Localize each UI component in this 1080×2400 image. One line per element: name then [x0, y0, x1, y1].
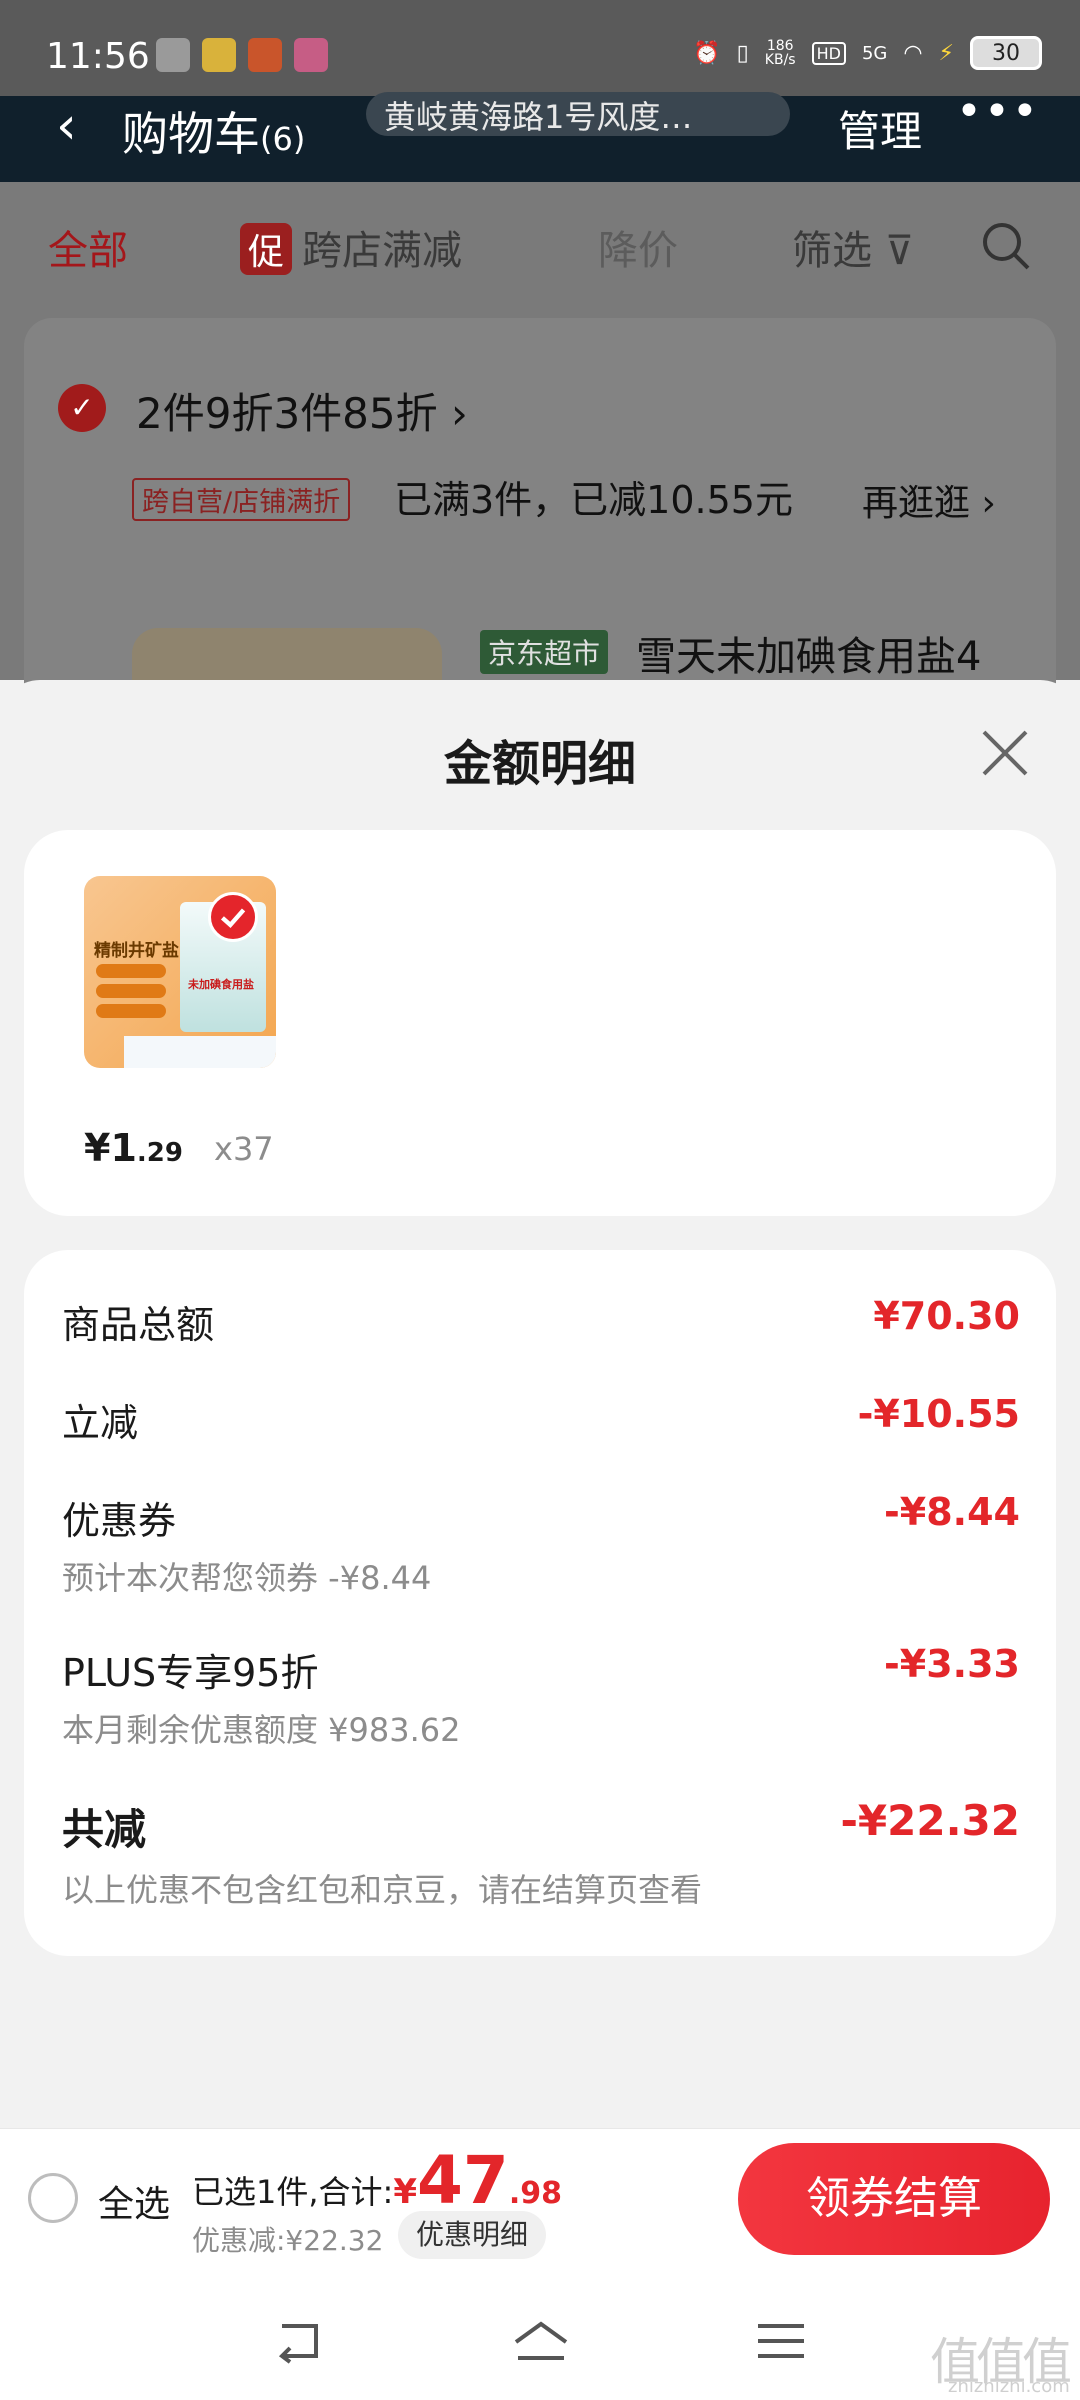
close-icon[interactable] [980, 728, 1030, 778]
notification-icons [156, 38, 328, 72]
menu-nav-icon[interactable] [756, 2318, 806, 2364]
row-total-discount: 共减 以上优惠不包含红包和京豆，请在结算页查看 -¥22.32 [62, 1796, 1020, 1909]
selected-check-icon [208, 892, 258, 942]
total-summary: 已选1件,合计:¥47.98 [192, 2142, 563, 2219]
hd-icon: HD [811, 41, 846, 65]
product-image: 精制井矿盐 未加碘食用盐 [84, 876, 276, 1068]
system-nav-bar [0, 2274, 1080, 2400]
promo-label: 跨自营/店铺满折 [132, 478, 351, 521]
filter-all[interactable]: 全部 [48, 218, 128, 276]
funnel-icon: ⊽ [884, 228, 914, 274]
checkout-button[interactable]: 领券结算 [738, 2143, 1050, 2255]
quantity: x37 [214, 1130, 274, 1168]
select-all-label[interactable]: 全选 [98, 2175, 170, 2227]
price-detail-card: 商品总额 ¥70.30 立减 -¥10.55 优惠券 预计本次帮您领券 -¥8.… [24, 1250, 1056, 1956]
filter-price-drop[interactable]: 降价 [598, 218, 678, 276]
manage-button[interactable]: 管理 [838, 98, 922, 159]
address-selector[interactable]: 黄岐黄海路1号风度… [366, 92, 790, 136]
select-all-radio[interactable] [28, 2173, 78, 2223]
page-title: 购物车(6) [122, 107, 306, 161]
cart-header: ‹ 购物车(6) 黄岐黄海路1号风度… 管理 ••• [0, 86, 1080, 182]
checkout-bar: 全选 已选1件,合计:¥47.98 优惠减:¥22.32 优惠明细 领券结算 [0, 2128, 1080, 2274]
browse-more-link[interactable]: 再逛逛 › [862, 474, 996, 526]
promo-status: 已满3件，已减10.55元 [394, 478, 793, 522]
status-right: ⏰ ▯ 186 KB/s HD 5G ◠ ⚡ 30 [693, 36, 1042, 70]
row-instant-discount: 立减 -¥10.55 [62, 1392, 1020, 1445]
product-card: 精制井矿盐 未加碘食用盐 ¥1.29 x37 [24, 830, 1056, 1216]
app-notify-icon [294, 38, 328, 72]
watermark-url: zhizhizhi.com [948, 2376, 1070, 2397]
vibrate-icon: ▯ [736, 40, 749, 66]
image-label: 精制井矿盐 [94, 941, 179, 961]
check-icon[interactable]: ✓ [58, 384, 106, 432]
amount-detail-sheet: 金额明细 精制井矿盐 未加碘食用盐 ¥1.29 x37 商品总额 ¥70.30 … [0, 680, 1080, 2128]
battery-icon: 30 [970, 36, 1042, 70]
filter-button[interactable]: 筛选 ⊽ [792, 218, 914, 276]
filter-bar: 全部 促跨店满减 降价 筛选 ⊽ [0, 182, 1080, 302]
chevron-left-icon[interactable]: ‹ [56, 96, 77, 156]
status-time: 11:56 [46, 36, 150, 77]
net-speed: 186 KB/s [764, 38, 796, 68]
more-icon[interactable]: ••• [956, 86, 1040, 137]
app-notify-icon [248, 38, 282, 72]
wifi-icon: ◠ [903, 40, 923, 66]
unit-price: ¥1.29 [84, 1126, 183, 1170]
row-coupon: 优惠券 预计本次帮您领券 -¥8.44 -¥8.44 [62, 1490, 1020, 1597]
filter-cross-store[interactable]: 促跨店满减 [240, 218, 462, 276]
alarm-icon: ⏰ [693, 40, 721, 66]
search-icon[interactable] [980, 220, 1032, 272]
sheet-title: 金额明细 [443, 736, 636, 792]
market-tag: 京东超市 [480, 630, 609, 674]
signal-icon: 5G [861, 42, 888, 64]
home-nav-icon[interactable] [510, 2318, 572, 2364]
discount-detail-button[interactable]: 优惠明细 [398, 2211, 547, 2259]
charging-icon: ⚡ [938, 40, 954, 66]
row-plus-discount: PLUS专享95折 本月剩余优惠额度 ¥983.62 -¥3.33 [62, 1642, 1020, 1749]
status-bar: 11:56 ⏰ ▯ 186 KB/s HD 5G ◠ ⚡ 30 [0, 0, 1080, 96]
row-goods-total: 商品总额 ¥70.30 [62, 1294, 1020, 1347]
deal-info[interactable]: 2件9折3件85折 › [136, 380, 468, 441]
gallery-icon [156, 38, 190, 72]
product-name[interactable]: 雪天未加碘食用盐4 [636, 624, 981, 682]
back-nav-icon[interactable] [272, 2318, 326, 2364]
app-notify-icon [202, 38, 236, 72]
promo-tag: 促 [240, 223, 293, 275]
discount-amount: 优惠减:¥22.32 [192, 2224, 384, 2257]
shop-card: ✓ 2件9折3件85折 › 跨自营/店铺满折 已满3件，已减10.55元 再逛逛… [24, 318, 1056, 718]
